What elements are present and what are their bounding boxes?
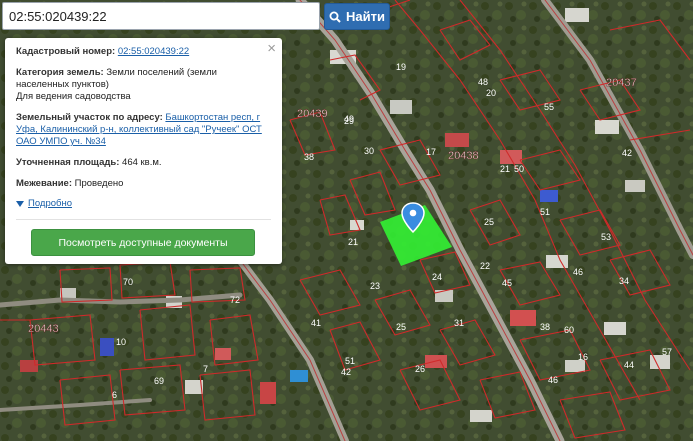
land-use-value: Для ведения садоводства (16, 91, 131, 102)
parcel-number: 17 (426, 147, 436, 157)
address-row: Земельный участок по адресу: Башкортоста… (16, 112, 272, 148)
block-label: 20438 (448, 150, 479, 162)
parcel-number: 42 (341, 367, 351, 377)
parcel-number: 45 (502, 278, 512, 288)
parcel-number: 6 (112, 390, 117, 400)
more-details-link[interactable]: Подробно (16, 198, 72, 210)
block-label: 20437 (606, 77, 637, 89)
parcel-number: 16 (578, 352, 588, 362)
parcel-number: 19 (396, 62, 406, 72)
parcel-number: 34 (619, 276, 629, 286)
area-row: Уточненная площадь: 464 кв.м. (16, 157, 272, 169)
parcel-number: 26 (415, 364, 425, 374)
parcel-number: 55 (544, 102, 554, 112)
address-label: Земельный участок по адресу: (16, 112, 163, 123)
parcel-number: 44 (624, 360, 634, 370)
search-button-label: Найти (346, 9, 385, 24)
parcel-number: 20 (486, 88, 496, 98)
survey-label: Межевание: (16, 178, 72, 189)
parcel-number: 41 (311, 318, 321, 328)
cadastral-row: Кадастровый номер: 02:55:020439:22 (16, 46, 272, 58)
parcel-number: 46 (573, 267, 583, 277)
parcel-number: 48 (478, 77, 488, 87)
parcel-number: 72 (230, 295, 240, 305)
close-icon[interactable]: × (267, 41, 276, 56)
cadastral-number-link[interactable]: 02:55:020439:22 (118, 46, 189, 57)
parcel-number: 53 (601, 232, 611, 242)
caret-down-icon (16, 201, 24, 207)
parcel-number: 70 (123, 277, 133, 287)
search-button[interactable]: Найти (324, 3, 390, 30)
area-value: 464 кв.м. (122, 157, 162, 168)
parcel-number: 29 (344, 116, 354, 126)
parcel-number: 69 (154, 376, 164, 386)
category-label: Категория земель: (16, 67, 104, 78)
parcel-number: 24 (432, 272, 442, 282)
survey-row: Межевание: Проведено (16, 178, 272, 190)
parcel-number: 60 (564, 325, 574, 335)
view-documents-button[interactable]: Посмотреть доступные документы (31, 229, 255, 256)
parcel-number: 51 (540, 207, 550, 217)
search-input[interactable] (2, 2, 320, 30)
parcel-number: 21 (348, 237, 358, 247)
parcel-number: 21 (500, 164, 510, 174)
parcel-number: 23 (370, 281, 380, 291)
parcel-number: 7 (203, 364, 208, 374)
block-label: 20443 (28, 323, 59, 335)
parcel-number: 38 (540, 322, 550, 332)
parcel-number: 31 (454, 318, 464, 328)
category-row: Категория земель: Земли поселений (земли… (16, 67, 272, 103)
survey-value: Проведено (74, 178, 124, 189)
parcel-number: 22 (480, 261, 490, 271)
more-details-label: Подробно (28, 198, 72, 209)
parcel-info-panel: × Кадастровый номер: 02:55:020439:22 Кат… (5, 38, 282, 264)
parcel-number: 50 (514, 164, 524, 174)
parcel-number: 10 (116, 337, 126, 347)
area-label: Уточненная площадь: (16, 157, 120, 168)
parcel-number: 30 (364, 146, 374, 156)
parcel-number: 46 (548, 375, 558, 385)
parcel-number: 38 (304, 152, 314, 162)
parcel-number: 25 (396, 322, 406, 332)
parcel-number: 42 (622, 148, 632, 158)
search-icon (329, 11, 341, 23)
parcel-number: 25 (484, 217, 494, 227)
block-label: 20439 (297, 108, 328, 120)
parcel-number: 57 (662, 347, 672, 357)
parcel-number: 51 (345, 356, 355, 366)
divider (16, 219, 271, 220)
cadastral-label: Кадастровый номер: (16, 46, 116, 57)
